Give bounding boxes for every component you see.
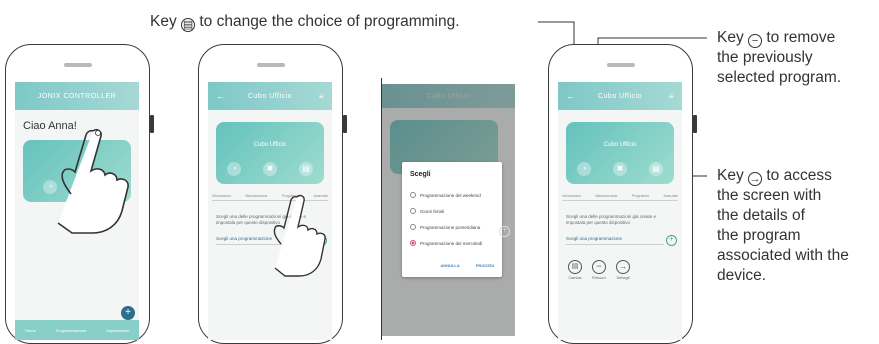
speaker-grill bbox=[63, 63, 92, 67]
bottom-nav: Home Programmazione Impostazioni bbox=[15, 320, 139, 340]
proceed-button[interactable]: PROCEDI bbox=[476, 263, 494, 268]
radio-icon[interactable] bbox=[410, 208, 416, 214]
radio-selected-icon[interactable] bbox=[410, 240, 416, 246]
description-text: Scegli una delle programmazioni già crea… bbox=[566, 214, 657, 225]
option-mercoledi[interactable]: Programmazione dei mercoledì bbox=[410, 240, 483, 246]
phone-device-detail: ← Cubo Ufficio ≡ Cubo Ufficio ◔ ✖ ▤ Info… bbox=[198, 44, 347, 344]
radio-icon[interactable] bbox=[410, 224, 416, 230]
program-actions: ▤ Cambia − Rimuovi → Dettagli bbox=[568, 260, 630, 280]
calendar-icon[interactable]: ▤ bbox=[299, 162, 313, 176]
fan-icon[interactable]: ✖ bbox=[263, 162, 277, 176]
phone-program-actions: ← Cubo Ufficio ≡ Cubo Ufficio ◔ ✖ ▤ Info… bbox=[548, 44, 697, 344]
back-arrow-icon[interactable]: ← bbox=[566, 91, 576, 101]
remove-action[interactable]: − Rimuovi bbox=[592, 260, 606, 280]
radio-icon[interactable] bbox=[410, 192, 416, 198]
change-action[interactable]: ▤ Cambia bbox=[568, 260, 582, 280]
minus-circle-icon[interactable]: − bbox=[592, 260, 606, 274]
option-pomeridiana[interactable]: Programmazione pomeridiana bbox=[410, 224, 480, 230]
arrow-right-circle-icon: → bbox=[748, 172, 763, 186]
menu-icon[interactable]: ≡ bbox=[669, 92, 674, 101]
phone-home: JONIX CONTROLLER Ciao Anna! ◔ + Home Pro… bbox=[5, 44, 154, 344]
tab-informazioni[interactable]: Informazioni bbox=[562, 194, 581, 198]
menu-icon[interactable]: ≡ bbox=[319, 92, 324, 101]
mode-icon[interactable]: ◔ bbox=[577, 162, 591, 176]
device-card: Cubo Ufficio ◔ ✖ ▤ bbox=[566, 122, 674, 184]
back-arrow-icon[interactable]: ← bbox=[216, 91, 226, 101]
tab-programmi[interactable]: Programmi bbox=[632, 194, 649, 198]
annotation-remove: Key − to remove the previously selected … bbox=[717, 29, 842, 86]
tab-manutenzione[interactable]: Manutenzione bbox=[246, 194, 268, 198]
hand-pointer-icon bbox=[57, 129, 129, 234]
dialog-title: Scegli bbox=[410, 171, 431, 178]
screen-program-actions: ← Cubo Ufficio ≡ Cubo Ufficio ◔ ✖ ▤ Info… bbox=[558, 82, 682, 340]
fan-icon[interactable]: ✖ bbox=[613, 162, 627, 176]
nav-programmazione[interactable]: Programmazione bbox=[56, 328, 86, 333]
add-button[interactable]: + bbox=[121, 306, 135, 320]
device-card: Cubo Ufficio ◔ ✖ ▤ bbox=[216, 122, 324, 184]
details-action[interactable]: → Dettagli bbox=[616, 260, 630, 280]
tab-informazioni[interactable]: Informazioni bbox=[212, 194, 231, 198]
tab-bar: Informazioni Manutenzione Programmi Avan… bbox=[562, 194, 678, 201]
change-list-icon[interactable]: ▤ bbox=[568, 260, 582, 274]
add-program-button[interactable]: + bbox=[666, 235, 677, 246]
app-header: JONIX CONTROLLER bbox=[15, 82, 139, 110]
mode-icon[interactable]: ◔ bbox=[227, 162, 241, 176]
option-giorni-feriali[interactable]: Giorni feriali bbox=[410, 208, 444, 214]
app-title: JONIX CONTROLLER bbox=[37, 92, 117, 100]
choose-dialog: Scegli Programmazione del weekend Giorni… bbox=[402, 162, 502, 277]
minus-circle-icon: − bbox=[748, 34, 763, 48]
screen-title: Cubo Ufficio bbox=[247, 92, 292, 100]
screen-title: Cubo Ufficio bbox=[597, 92, 642, 100]
screen-choose-dialog: Cubo Ufficio Scegli Programmazione del w… bbox=[382, 84, 515, 336]
annotation-change-programming: Key ▤ to change the choice of programmin… bbox=[150, 13, 460, 32]
annotation-access: Key → to access the screen with the deta… bbox=[717, 167, 849, 284]
tab-avanzate[interactable]: Avanzate bbox=[663, 194, 678, 198]
hand-pointer-icon bbox=[273, 194, 326, 277]
change-list-icon: ▤ bbox=[181, 18, 196, 32]
cancel-button[interactable]: ANNULLA bbox=[440, 263, 459, 268]
option-weekend[interactable]: Programmazione del weekend bbox=[410, 192, 481, 198]
arrow-right-circle-icon[interactable]: → bbox=[616, 260, 630, 274]
tab-manutenzione[interactable]: Manutenzione bbox=[596, 194, 618, 198]
choose-program-link[interactable]: Scegli una programmazione bbox=[566, 236, 666, 242]
nav-impostazioni[interactable]: Impostazioni bbox=[106, 328, 128, 333]
nav-home[interactable]: Home bbox=[25, 328, 36, 333]
calendar-icon[interactable]: ▤ bbox=[649, 162, 663, 176]
